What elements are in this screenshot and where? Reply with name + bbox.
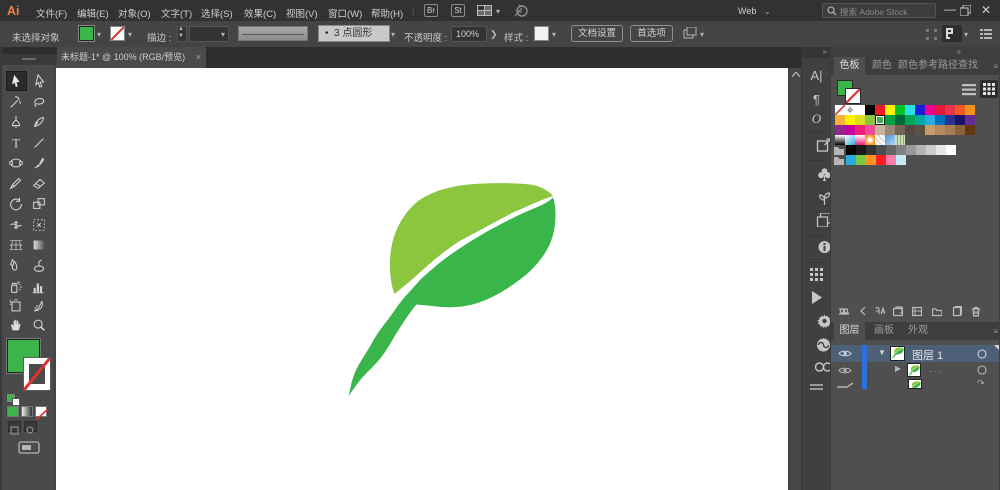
svg-text:T: T xyxy=(12,136,20,150)
